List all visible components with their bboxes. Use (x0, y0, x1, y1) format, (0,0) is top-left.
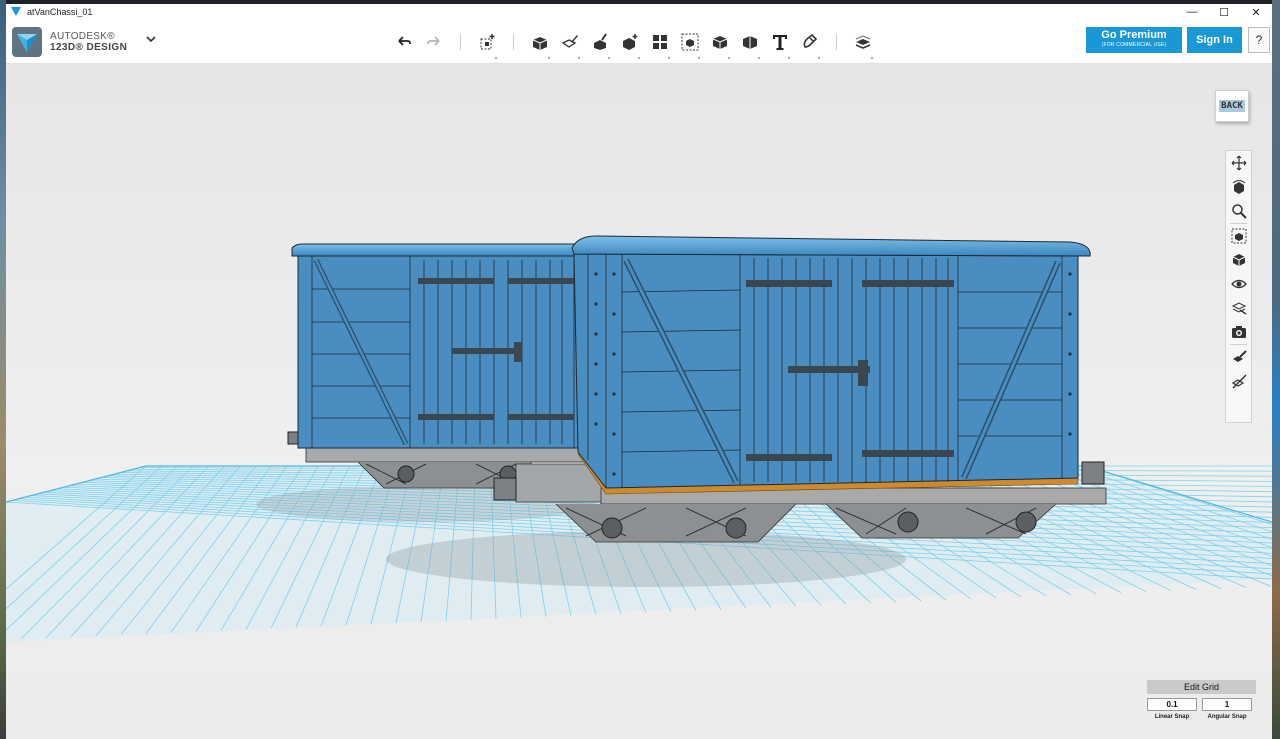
fit-button[interactable] (1226, 224, 1251, 248)
transform-icon (480, 34, 495, 50)
text-button[interactable] (768, 30, 792, 59)
brand-line2: 123D® DESIGN (50, 42, 128, 53)
linear-snap-field[interactable]: 0.1 (1147, 698, 1197, 711)
go-premium-sublabel: (FOR COMMERCIAL USE) (1101, 42, 1167, 48)
app-logo[interactable]: AUTODESK® 123D® DESIGN (12, 27, 127, 57)
sketch-icon (561, 35, 578, 48)
construct-button[interactable] (588, 30, 612, 59)
zoom-icon (1231, 204, 1247, 219)
pattern-button[interactable] (648, 30, 672, 59)
measure-button[interactable] (738, 30, 762, 59)
3d-viewport[interactable]: BACK Edit Grid 0.1 Linear Snap 1 Angular… (6, 64, 1272, 739)
undo-icon (398, 36, 411, 46)
minimize-button[interactable]: — (1176, 4, 1208, 20)
edit-grid-button[interactable]: Edit Grid (1147, 680, 1256, 694)
materials-outline-button[interactable] (1226, 296, 1251, 320)
pan-button[interactable] (1226, 151, 1251, 175)
view-cube-label: BACK (1219, 100, 1245, 112)
pan-icon (1231, 155, 1246, 171)
text-icon (773, 35, 787, 50)
desktop-right-edge (1272, 0, 1280, 739)
view-mode-button[interactable] (1226, 248, 1251, 272)
undo-button[interactable] (392, 30, 416, 54)
grid-panel: Edit Grid 0.1 Linear Snap 1 Angular Snap (1147, 680, 1257, 726)
app-window: atVanChassi_01 — ☐ ✕ AUTODESK® 123D® DES… (6, 4, 1272, 739)
screenshot-button[interactable] (1226, 320, 1251, 344)
view-cube-face[interactable]: BACK (1215, 90, 1249, 122)
autodesk-123d-logo-icon (12, 27, 42, 57)
angular-snap-field[interactable]: 1 (1202, 698, 1252, 711)
sketch-button[interactable] (558, 30, 582, 59)
app-logo-icon (11, 7, 21, 16)
pattern-icon (653, 35, 667, 49)
materials-outline-icon (1231, 302, 1246, 315)
close-button[interactable]: ✕ (1240, 4, 1272, 20)
combine-button[interactable] (708, 30, 732, 59)
material-button[interactable] (851, 30, 875, 59)
grouping-icon (681, 33, 699, 51)
zoom-button[interactable] (1226, 199, 1251, 223)
front-van-model[interactable] (493, 235, 1107, 543)
help-button[interactable]: ? (1248, 27, 1270, 53)
angular-snap-label: Angular Snap (1207, 714, 1247, 720)
view-cube[interactable]: BACK (1211, 86, 1253, 126)
visibility-button[interactable] (1226, 272, 1251, 296)
view-mode-icon (1232, 254, 1245, 266)
rear-van-model[interactable] (287, 243, 587, 489)
brand-line1: AUTODESK® (50, 31, 115, 42)
hide-icon (1231, 374, 1246, 389)
combine-icon (712, 36, 728, 49)
measure-icon (743, 36, 757, 49)
chevron-down-icon[interactable] (146, 34, 156, 44)
sign-in-button[interactable]: Sign In (1187, 27, 1242, 53)
modify-button[interactable] (618, 30, 642, 59)
visibility-icon (1230, 279, 1247, 289)
material-icon (855, 35, 871, 49)
main-toolbar: AUTODESK® 123D® DESIGN Go Premium (FOR C… (6, 20, 1272, 64)
orbit-button[interactable] (1226, 175, 1251, 199)
snap-tool-icon (1232, 350, 1247, 362)
tool-strip (392, 30, 881, 59)
scene-canvas[interactable] (6, 64, 1272, 739)
go-premium-label: Go Premium (1101, 29, 1167, 41)
snap-icon (803, 33, 818, 48)
fit-icon (1231, 228, 1246, 244)
navigation-bar (1225, 150, 1252, 423)
modify-icon (623, 34, 638, 50)
orbit-icon (1232, 180, 1245, 194)
maximize-button[interactable]: ☐ (1208, 4, 1240, 20)
construct-icon (594, 33, 607, 50)
redo-button[interactable] (422, 30, 446, 54)
grouping-button[interactable] (678, 30, 702, 59)
window-title: atVanChassi_01 (27, 7, 93, 17)
redo-icon (427, 36, 440, 46)
screenshot-icon (1231, 326, 1246, 338)
primitives-icon (532, 37, 548, 50)
transform-button[interactable] (475, 30, 499, 59)
snap-tool-button[interactable] (1226, 345, 1251, 369)
title-bar: atVanChassi_01 — ☐ ✕ (6, 4, 1272, 20)
linear-snap-label: Linear Snap (1154, 714, 1190, 720)
hide-button[interactable] (1226, 369, 1251, 393)
go-premium-button[interactable]: Go Premium (FOR COMMERCIAL USE) (1086, 27, 1182, 53)
primitives-button[interactable] (528, 30, 552, 59)
snap-button[interactable] (798, 30, 822, 59)
